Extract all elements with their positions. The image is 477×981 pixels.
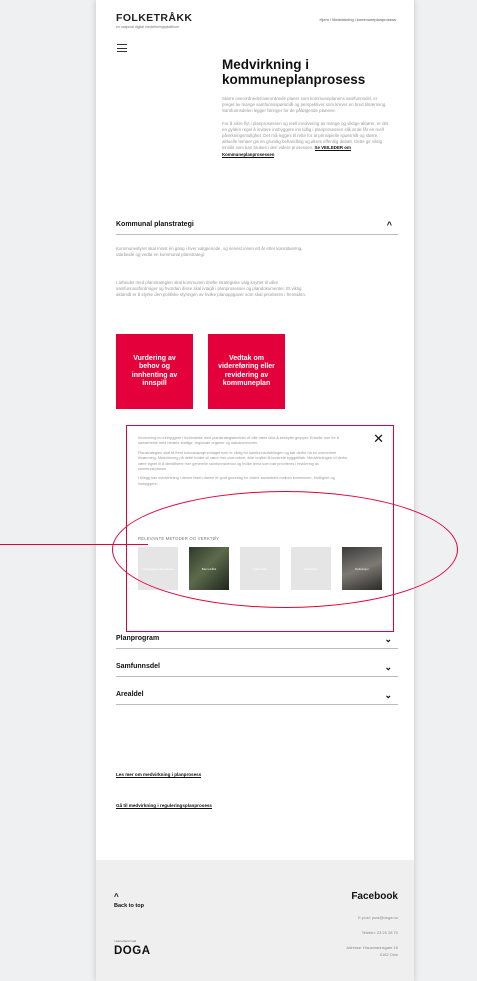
contact-phone: Telefon: 23 29 28 70 [361,930,398,935]
back-to-top-label: Back to top [114,903,144,909]
panel-text: Involvering av innbyggere i forbindelse … [138,436,348,491]
intro-paragraph: Større overordnede/overordnede planer so… [222,96,387,114]
page-title: Medvirkning i kommuneplanprosess [222,57,366,87]
panel-paragraph: I tillegg kan medvirkning i denne fasen … [138,476,335,486]
accordion-samfunnsdel[interactable]: Samfunnsdel ⌄ [116,660,398,677]
phase-tile-vurdering[interactable]: Vurdering av behov og innhenting av inns… [116,334,193,409]
contact-email[interactable]: E-post: post@doga.no [358,915,398,920]
phase-tile-vedtak[interactable]: Vedtak om videreføring eller revidering … [208,334,285,409]
accordion-label: Samfunnsdel [116,663,160,670]
accordion-arealdel[interactable]: Arealdel ⌄ [116,688,398,705]
panel-paragraph: Involvering av innbyggere i forbindelse … [138,436,339,446]
intro-text: Større overordnede/overordnede planer so… [222,96,390,164]
doga-logo[interactable]: DOGA [114,945,151,957]
doga-tagline: i samarbeid med [114,939,137,943]
accordion-label: Kommunal planstrategi [116,221,194,228]
footer: ^ Back to top Facebook E-post: post@doga… [96,860,414,981]
chevron-down-icon[interactable]: ⌄ [384,634,392,645]
accordion-planstrategi[interactable]: Kommunal planstrategi ^ [116,218,398,235]
strategi-paragraph: I arbeidet med planstrategien skal kommu… [116,280,307,298]
intro-paragraph-text: For å sikre flyt i planprosessen og reel… [222,120,389,151]
annotation-highlight-ellipse [112,491,458,608]
breadcrumb[interactable]: Hjem / Medvirkning i kommuneplanprosess [320,17,396,22]
page-canvas: FOLKETRÅKK en nasjonal digital medvirkni… [96,0,414,981]
link-medvirkning-regulering[interactable]: Gå til medvirkning i reguleringsplanpros… [116,803,212,809]
facebook-link[interactable]: Facebook [351,891,398,902]
intro-paragraph: For å sikre flyt i planprosessen og reel… [222,121,390,158]
back-to-top-button[interactable]: ^ Back to top [114,892,144,910]
accordion-label: Arealdel [116,691,144,698]
site-tagline: en nasjonal digital medvirkningsplattfor… [116,25,180,29]
contact-address: Adresse: Hausmannsgate 16 [346,945,398,950]
chevron-up-icon[interactable]: ^ [387,220,392,230]
accordion-label: Planprogram [116,635,160,642]
close-icon[interactable]: ✕ [373,432,384,445]
hamburger-menu-icon[interactable] [117,44,127,55]
strategi-paragraph: Kommunestyret skal minst én gang i hver … [116,246,303,258]
arrow-up-icon: ^ [114,892,119,901]
chevron-down-icon[interactable]: ⌄ [384,690,392,701]
panel-paragraph: Planstrategien skal få frem kunnskapsgru… [138,450,348,472]
chevron-down-icon[interactable]: ⌄ [384,662,392,673]
contact-address-city: 0182 Oslo [379,952,398,957]
link-medvirkning-planprosess[interactable]: Les mer om medvirkning i planprosess [116,772,202,778]
accordion-planprogram[interactable]: Planprogram ⌄ [116,632,398,649]
site-logo[interactable]: FOLKETRÅKK [116,12,192,24]
